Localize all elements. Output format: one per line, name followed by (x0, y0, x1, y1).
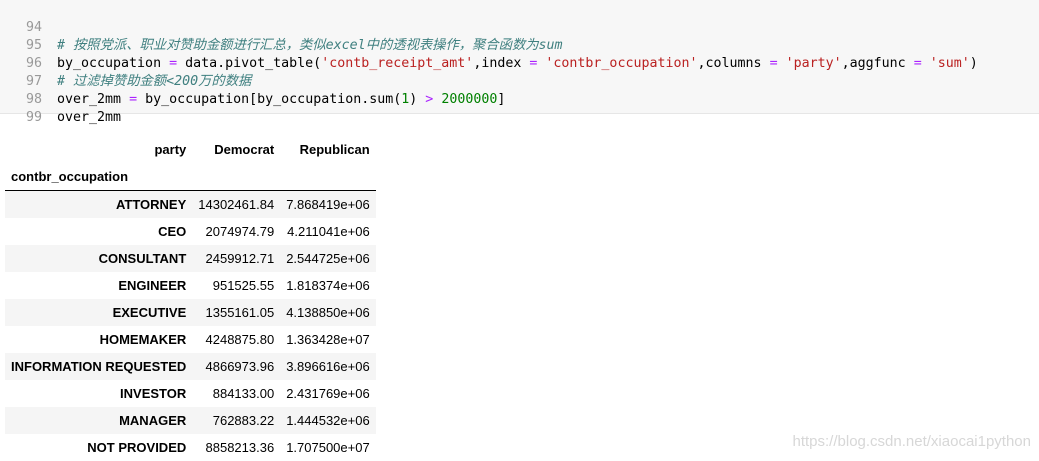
code-token: 'sum' (929, 56, 970, 71)
code-comment: # 过滤掉赞助金额<200万的数据 (57, 74, 252, 89)
table-row: CEO 2074974.79 4.211041e+06 (5, 218, 376, 245)
code-text: over_2mm (57, 110, 122, 125)
empty-header-cell (192, 163, 281, 191)
row-label: CEO (158, 224, 187, 239)
code-token: = (913, 56, 922, 71)
index-name: contbr_occupation (5, 163, 193, 191)
row-label: INVESTOR (120, 386, 187, 401)
cell-republican: 7.868419e+06 (286, 197, 370, 212)
code-comment: # 按照党派、职业对赞助金额进行汇总，类似excel中的透视表操作，聚合函数为s… (57, 38, 563, 53)
cell-republican: 1.363428e+07 (286, 332, 370, 347)
table-row: EXECUTIVE 1355161.05 4.138850e+06 (5, 299, 376, 326)
cell-republican: 1.444532e+06 (286, 413, 370, 428)
cell-republican: 1.818374e+06 (286, 278, 370, 293)
column-header-row: party Democrat Republican (5, 136, 376, 163)
code-text: by_occupation = data.pivot_table('contb_… (57, 55, 978, 73)
table-row: INFORMATION REQUESTED 4866973.96 3.89661… (5, 353, 376, 380)
table-row: ENGINEER 951525.55 1.818374e+06 (5, 272, 376, 299)
code-line: 94 # 按照党派、职业对赞助金额进行汇总，类似excel中的透视表操作，聚合函… (0, 1, 563, 53)
cell-democrat: 8858213.36 (205, 440, 275, 455)
code-cell[interactable]: 94 # 按照党派、职业对赞助金额进行汇总，类似excel中的透视表操作，聚合函… (0, 0, 1039, 125)
table-row: ATTORNEY 14302461.84 7.868419e+06 (5, 190, 376, 218)
code-token: 2000000 (441, 92, 498, 107)
table-row: HOMEMAKER 4248875.80 1.363428e+07 (5, 326, 376, 353)
code-token: by_occupation[by_occupation.sum( (137, 92, 402, 107)
line-number: 99 (25, 110, 42, 125)
cell-democrat: 951525.55 (212, 278, 275, 293)
cell-democrat: 14302461.84 (198, 197, 275, 212)
row-label: HOMEMAKER (99, 332, 187, 347)
code-line: 97 over_2mm = by_occupation[by_occupatio… (0, 55, 505, 107)
code-token: ,index (473, 56, 530, 71)
code-token: data.pivot_table( (177, 56, 322, 71)
row-label: INFORMATION REQUESTED (11, 359, 187, 374)
code-token: by_occupation (57, 56, 170, 71)
code-token: over_2mm (57, 92, 130, 107)
cell-republican: 2.544725e+06 (286, 251, 370, 266)
table-row: NOT PROVIDED 8858213.36 1.707500e+07 (5, 434, 376, 461)
index-name-row: contbr_occupation (5, 163, 376, 191)
cell-republican: 4.211041e+06 (287, 224, 370, 239)
cell-democrat: 4248875.80 (205, 332, 275, 347)
cell-democrat: 2074974.79 (205, 224, 275, 239)
code-token: 'contbr_occupation' (545, 56, 698, 71)
cell-democrat: 1355161.05 (205, 305, 275, 320)
row-label: MANAGER (119, 413, 187, 428)
code-token: 'party' (785, 56, 842, 71)
watermark: https://blog.csdn.net/xiaocai1python (792, 433, 1032, 450)
column-header: Democrat (214, 142, 275, 157)
row-label: ENGINEER (118, 278, 187, 293)
code-token: = (769, 56, 778, 71)
code-token: = (169, 56, 178, 71)
table-row: MANAGER 762883.22 1.444532e+06 (5, 407, 376, 434)
cell-democrat: 2459912.71 (205, 251, 275, 266)
code-token: ) (969, 56, 978, 71)
cell-democrat: 762883.22 (212, 413, 275, 428)
cell-democrat: 4866973.96 (205, 359, 275, 374)
cell-republican: 1.707500e+07 (286, 440, 370, 455)
row-label: EXECUTIVE (112, 305, 187, 320)
code-text: over_2mm = by_occupation[by_occupation.s… (57, 91, 505, 109)
code-token: ) (409, 92, 426, 107)
cell-republican: 2.431769e+06 (286, 386, 370, 401)
code-token: 'contb_receipt_amt' (321, 56, 474, 71)
row-label: CONSULTANT (98, 251, 187, 266)
code-token: ,columns (697, 56, 770, 71)
cell-democrat: 884133.00 (212, 386, 275, 401)
table-row: CONSULTANT 2459912.71 2.544725e+06 (5, 245, 376, 272)
code-line: 98 over_2mm (0, 73, 121, 125)
columns-name: party (154, 142, 187, 157)
cell-republican: 3.896616e+06 (286, 359, 370, 374)
output-dataframe: party Democrat Republican contbr_occupat… (5, 136, 376, 461)
code-token: = (129, 92, 138, 107)
cell-republican: 4.138850e+06 (286, 305, 370, 320)
code-line: 96 # 过滤掉赞助金额<200万的数据 (0, 37, 251, 89)
row-label: ATTORNEY (115, 197, 187, 212)
code-token: ,aggfunc (841, 56, 914, 71)
code-token: ] (497, 92, 506, 107)
code-line: 99 (0, 91, 42, 125)
row-label: NOT PROVIDED (87, 440, 187, 455)
empty-header-cell (280, 163, 376, 191)
table-row: INVESTOR 884133.00 2.431769e+06 (5, 380, 376, 407)
column-header: Republican (299, 142, 370, 157)
code-line: 95 by_occupation = data.pivot_table('con… (0, 19, 978, 71)
